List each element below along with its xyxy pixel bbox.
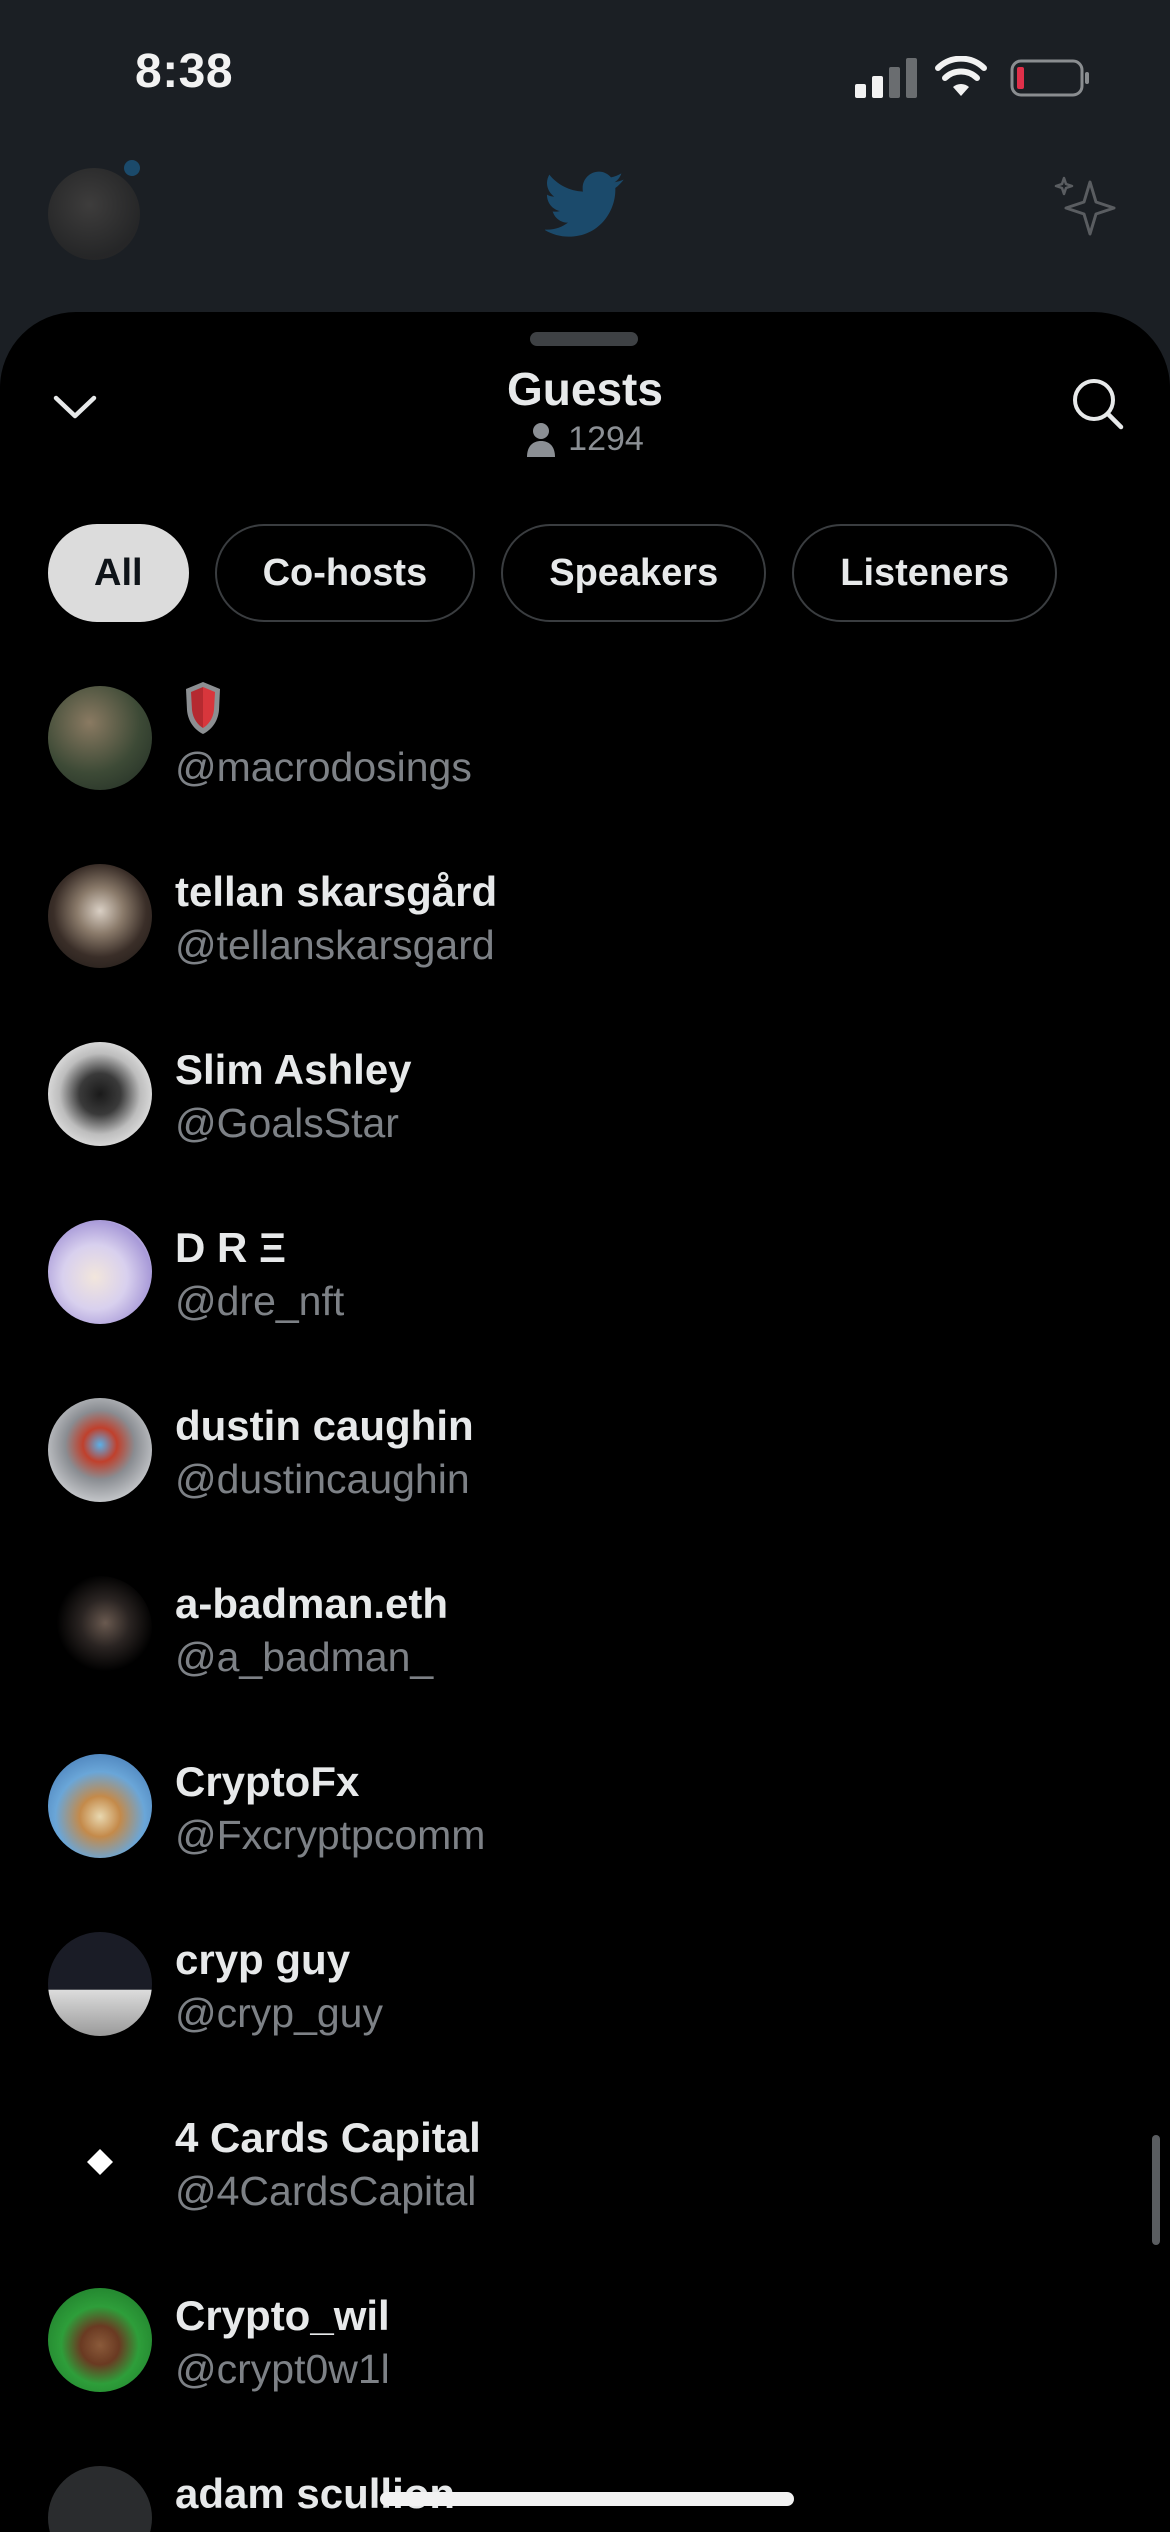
guest-handle: @GoalsStar [175,1100,399,1146]
guest-name: Slim Ashley [175,1046,412,1093]
status-time: 8:38 [135,45,234,98]
list-item[interactable]: dustin caughin @dustincaughin [0,1362,1170,1540]
guest-handle: @4CardsCapital [175,2168,477,2214]
guest-count: 1294 [0,420,1170,459]
avatar [48,2288,152,2392]
list-item[interactable]: Slim Ashley @GoalsStar [0,1006,1170,1184]
home-indicator[interactable] [380,2492,794,2506]
wifi-icon [935,56,987,96]
screen: 8:38 Guests 1294 All Co-hosts Speakers L… [0,0,1170,2532]
avatar [48,1576,152,1680]
guest-handle: @tellanskarsgard [175,922,495,968]
guest-count-value: 1294 [568,420,644,458]
guest-handle: @dustincaughin [175,1456,470,1502]
background-avatar [48,168,140,260]
avatar [48,686,152,790]
list-item[interactable]: @macrodosings [0,650,1170,828]
guest-handle: @dre_nft [175,1278,345,1324]
list-item[interactable]: tellan skarsgård @tellanskarsgard [0,828,1170,1006]
battery-icon [1010,59,1089,97]
avatar [48,1754,152,1858]
guest-name: Crypto_wil [175,2292,390,2339]
guest-name: dustin caughin [175,1402,474,1449]
list-item[interactable]: CryptoFx @Fxcryptpcomm [0,1718,1170,1896]
guest-name: tellan skarsgård [175,868,498,915]
list-item[interactable]: a-badman.eth @a_badman_ [0,1540,1170,1718]
avatar [48,1042,152,1146]
guest-name: CryptoFx [175,1758,360,1805]
guest-handle: @a_badman_ [175,1634,434,1680]
list-item[interactable]: D R Ξ @dre_nft [0,1184,1170,1362]
person-icon [527,422,556,457]
avatar [48,1220,152,1324]
list-item[interactable]: 4 Cards Capital @4CardsCapital [0,2074,1170,2252]
diamond-icon [87,2149,113,2175]
guest-handle: @crypt0w1l [175,2346,390,2392]
avatar [48,1398,152,1502]
cellular-signal-icon [855,58,917,98]
guest-handle: @cryp_guy [175,1990,383,2036]
scrollbar[interactable] [1152,2135,1160,2245]
guests-sheet: Guests 1294 All Co-hosts Speakers Listen… [0,312,1170,2532]
list-item[interactable]: Crypto_wil @crypt0w1l [0,2252,1170,2430]
list-item[interactable]: adam scullion [0,2430,1170,2532]
search-icon [1073,379,1124,430]
list-item[interactable]: cryp guy @cryp_guy [0,1896,1170,2074]
tab-all[interactable]: All [48,524,189,622]
notification-dot [124,160,140,176]
sheet-grabber-handle[interactable] [530,332,638,346]
tab-speakers[interactable]: Speakers [501,524,767,622]
guest-list: @macrodosings tellan skarsgård @tellansk… [0,672,1170,2532]
guest-handle: @Fxcryptpcomm [175,1812,486,1858]
guest-name: cryp guy [175,1936,351,1983]
shield-emoji-icon [186,682,220,734]
status-bar: 8:38 [0,0,1170,150]
avatar [48,1932,152,2036]
filter-tabs: All Co-hosts Speakers Listeners [48,524,1058,622]
tab-listeners[interactable]: Listeners [792,524,1058,622]
guest-name: 4 Cards Capital [175,2114,481,2161]
guest-name: a-badman.eth [175,1580,449,1627]
avatar [48,2466,152,2532]
guest-name: D R Ξ [175,1224,287,1271]
avatar [48,2110,152,2214]
search-button[interactable] [1060,366,1134,440]
sparkle-icon [1054,176,1116,236]
tab-co-hosts[interactable]: Co-hosts [214,524,476,622]
avatar [48,864,152,968]
twitter-bird-icon [545,171,624,237]
sheet-title: Guests [507,363,663,415]
guest-handle: @macrodosings [175,744,472,790]
